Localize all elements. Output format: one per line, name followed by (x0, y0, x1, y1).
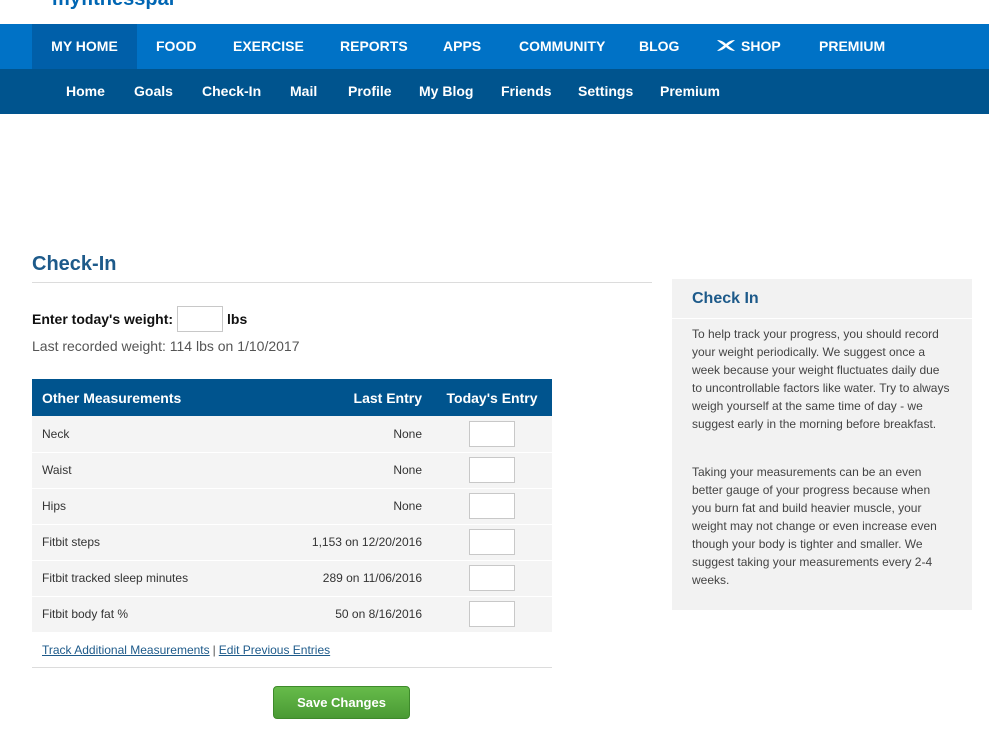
sub-nav-premium[interactable]: Premium (660, 69, 720, 114)
measurement-name: Fitbit body fat % (42, 607, 129, 621)
todays-entry-input[interactable] (469, 601, 515, 627)
under-armour-icon (716, 24, 736, 69)
sub-nav-friends[interactable]: Friends (501, 69, 552, 114)
sub-nav-home[interactable]: Home (66, 69, 105, 114)
site-logo[interactable]: myfitnesspal (52, 0, 174, 11)
title-divider (32, 282, 652, 283)
sidebar-divider (672, 318, 972, 319)
sub-nav-mail[interactable]: Mail (290, 69, 317, 114)
sub-nav-check-in[interactable]: Check-In (202, 69, 261, 114)
column-header-todays-entry: Today's Entry (446, 389, 538, 406)
todays-entry-input[interactable] (469, 493, 515, 519)
logo-strip: myfitnesspal (0, 0, 989, 24)
measurement-name: Hips (42, 499, 67, 513)
weight-label: Enter today's weight: (32, 311, 174, 327)
measurement-name: Neck (42, 426, 70, 441)
table-row: Fitbit tracked sleep minutes 289 on 11/0… (32, 560, 552, 596)
track-additional-measurements-link[interactable]: Track Additional Measurements (42, 643, 210, 657)
check-in-sidebar: Check In To help track your progress, yo… (672, 279, 972, 610)
main-nav-apps[interactable]: APPS (443, 24, 481, 69)
column-header-last-entry: Last Entry (353, 389, 422, 406)
sidebar-title: Check In (692, 290, 759, 307)
edit-previous-entries-link[interactable]: Edit Previous Entries (219, 643, 330, 657)
sub-nav-profile[interactable]: Profile (348, 69, 392, 114)
sub-nav-my-blog[interactable]: My Blog (419, 69, 473, 114)
measurement-name: Fitbit tracked sleep minutes (42, 571, 189, 585)
main-nav-blog[interactable]: BLOG (639, 24, 679, 69)
main-nav-my-home[interactable]: MY HOME (32, 24, 137, 69)
weight-input[interactable] (177, 306, 224, 332)
todays-entry-input[interactable] (469, 420, 515, 447)
table-row: Fitbit body fat % 50 on 8/16/2016 (32, 596, 552, 632)
table-row: Neck None (32, 416, 552, 452)
main-nav-community[interactable]: COMMUNITY (519, 24, 605, 69)
page-title: Check-In (32, 253, 117, 275)
measurement-name: Waist (42, 463, 72, 477)
main-nav-exercise[interactable]: EXERCISE (233, 24, 304, 69)
last-entry-value: 289 on 11/06/2016 (322, 571, 422, 585)
todays-entry-input[interactable] (469, 529, 515, 555)
last-entry-value: 1,153 on 12/20/2016 (311, 535, 422, 549)
table-row: Fitbit steps 1,153 on 12/20/2016 (32, 524, 552, 560)
sub-nav: Home Goals Check-In Mail Profile My Blog… (0, 69, 989, 114)
todays-entry-input[interactable] (469, 457, 515, 483)
measurement-name: Fitbit steps (42, 535, 101, 549)
sidebar-paragraph-weight: To help track your progress, you should … (692, 327, 950, 431)
main-nav-food[interactable]: FOOD (156, 24, 196, 69)
weight-unit: lbs (227, 311, 248, 327)
measurements-table: Other Measurements Last Entry Today's En… (32, 379, 552, 633)
last-entry-value: None (393, 426, 422, 441)
main-nav: MY HOME FOOD EXERCISE REPORTS APPS COMMU… (0, 24, 989, 69)
main-nav-shop[interactable]: SHOP (716, 24, 781, 69)
save-changes-button[interactable]: Save Changes (273, 686, 410, 719)
sidebar-paragraph-measurements: Taking your measurements can be an even … (692, 465, 937, 587)
link-separator: | (212, 643, 216, 657)
measurements-header-row: Other Measurements Last Entry Today's En… (32, 379, 552, 416)
main-nav-reports[interactable]: REPORTS (340, 24, 408, 69)
measurement-links: Track Additional Measurements | Edit Previ… (32, 640, 552, 668)
weight-entry-row: Enter today's weight: lbs (32, 306, 247, 332)
last-entry-value: None (393, 499, 422, 513)
last-entry-value: None (393, 463, 422, 477)
table-row: Waist None (32, 452, 552, 488)
last-entry-value: 50 on 8/16/2016 (335, 607, 422, 621)
todays-entry-input[interactable] (469, 565, 515, 591)
sub-nav-goals[interactable]: Goals (134, 69, 173, 114)
last-recorded-weight: Last recorded weight: 114 lbs on 1/10/20… (32, 338, 300, 354)
sub-nav-settings[interactable]: Settings (578, 69, 633, 114)
main-nav-shop-label: SHOP (741, 38, 781, 54)
column-header-measurement: Other Measurements (42, 389, 182, 406)
main-nav-premium[interactable]: PREMIUM (819, 24, 885, 69)
table-row: Hips None (32, 488, 552, 524)
